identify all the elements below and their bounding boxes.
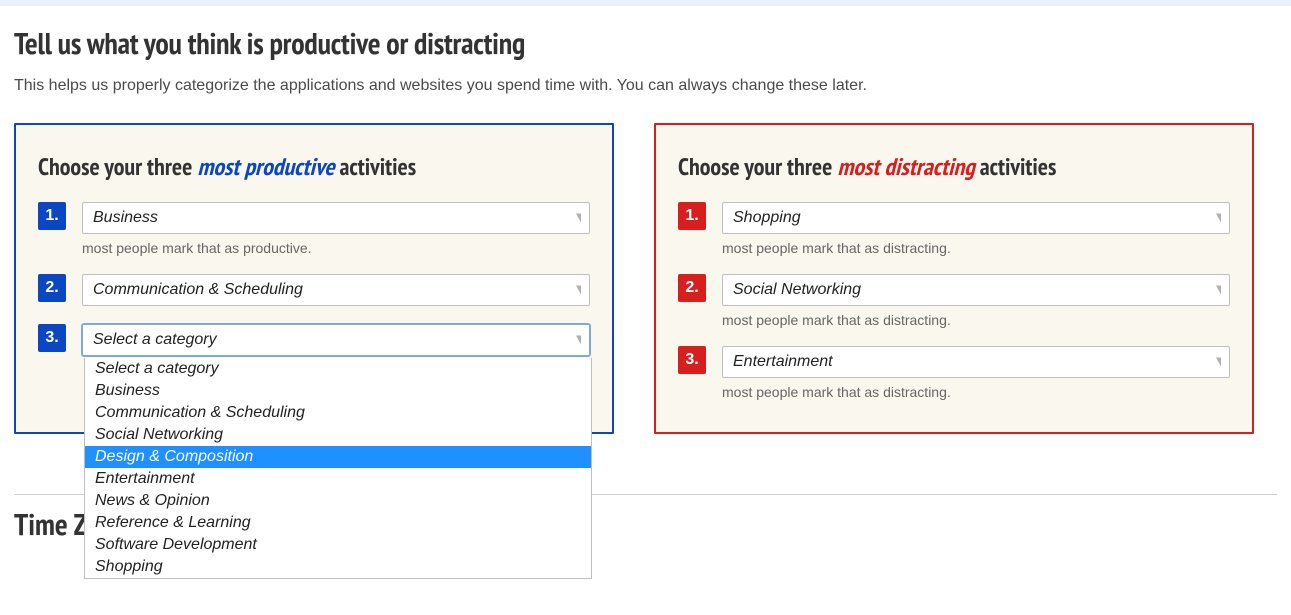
dropdown-option[interactable]: Reference & Learning <box>85 512 591 534</box>
distracting-select-3-value: Entertainment <box>733 353 833 371</box>
productive-num-1: 1. <box>38 202 66 230</box>
chevron-down-icon <box>1216 214 1221 223</box>
distracting-select-1[interactable]: Shopping <box>722 202 1230 234</box>
chevron-down-icon <box>576 286 581 295</box>
distracting-num-3: 3. <box>678 346 706 374</box>
productive-select-3[interactable]: Select a category <box>82 324 590 356</box>
chevron-down-icon <box>1216 358 1221 367</box>
productive-hint-1: most people mark that as productive. <box>82 240 590 256</box>
page-title: Tell us what you think is productive or … <box>14 24 1277 63</box>
distracting-hint-3: most people mark that as distracting. <box>722 384 1230 400</box>
distracting-heading-em: most distracting <box>837 151 975 182</box>
dropdown-option[interactable]: Select a category <box>85 358 591 380</box>
distracting-heading: Choose your three most distracting activ… <box>678 151 1230 182</box>
distracting-row-1: 1. Shopping most people mark that as dis… <box>678 202 1230 256</box>
panels-container: Choose your three most productive activi… <box>14 123 1277 434</box>
distracting-num-1: 1. <box>678 202 706 230</box>
productive-select-1-value: Business <box>93 209 158 227</box>
distracting-row-3: 3. Entertainment most people mark that a… <box>678 346 1230 400</box>
productive-heading: Choose your three most productive activi… <box>38 151 590 182</box>
distracting-panel: Choose your three most distracting activ… <box>654 123 1254 434</box>
dropdown-option[interactable]: Communication & Scheduling <box>85 402 591 424</box>
dropdown-option[interactable]: Entertainment <box>85 468 591 490</box>
dropdown-option[interactable]: Design & Composition <box>85 446 591 468</box>
chevron-down-icon <box>576 336 581 345</box>
productive-row-1: 1. Business most people mark that as pro… <box>38 202 590 256</box>
productive-select-1[interactable]: Business <box>82 202 590 234</box>
chevron-down-icon <box>1216 286 1221 295</box>
distracting-select-2-value: Social Networking <box>733 281 861 299</box>
top-strip <box>0 0 1291 6</box>
distracting-select-3[interactable]: Entertainment <box>722 346 1230 378</box>
productive-select-3-value: Select a category <box>93 331 217 349</box>
page-subtitle: This helps us properly categorize the ap… <box>14 77 1277 95</box>
productive-heading-em: most productive <box>197 151 334 182</box>
category-dropdown[interactable]: Select a categoryBusinessCommunication &… <box>84 358 592 579</box>
distracting-select-2[interactable]: Social Networking <box>722 274 1230 306</box>
productive-num-2: 2. <box>38 274 66 302</box>
distracting-heading-suffix: activities <box>975 151 1057 182</box>
distracting-num-2: 2. <box>678 274 706 302</box>
productive-heading-prefix: Choose your three <box>38 151 197 182</box>
productive-heading-suffix: activities <box>335 151 417 182</box>
dropdown-option[interactable]: Shopping <box>85 556 591 578</box>
distracting-select-1-value: Shopping <box>733 209 801 227</box>
distracting-hint-1: most people mark that as distracting. <box>722 240 1230 256</box>
distracting-row-2: 2. Social Networking most people mark th… <box>678 274 1230 328</box>
dropdown-option[interactable]: Software Development <box>85 534 591 556</box>
distracting-hint-2: most people mark that as distracting. <box>722 312 1230 328</box>
dropdown-option[interactable]: News & Opinion <box>85 490 591 512</box>
productive-row-2: 2. Communication & Scheduling <box>38 274 590 306</box>
distracting-heading-prefix: Choose your three <box>678 151 837 182</box>
productive-row-3: 3. Select a category <box>38 324 590 356</box>
productive-select-2-value: Communication & Scheduling <box>93 281 303 299</box>
productive-panel: Choose your three most productive activi… <box>14 123 614 434</box>
chevron-down-icon <box>576 214 581 223</box>
productive-num-3: 3. <box>38 324 66 352</box>
dropdown-option[interactable]: Social Networking <box>85 424 591 446</box>
dropdown-option[interactable]: Business <box>85 380 591 402</box>
productive-select-2[interactable]: Communication & Scheduling <box>82 274 590 306</box>
